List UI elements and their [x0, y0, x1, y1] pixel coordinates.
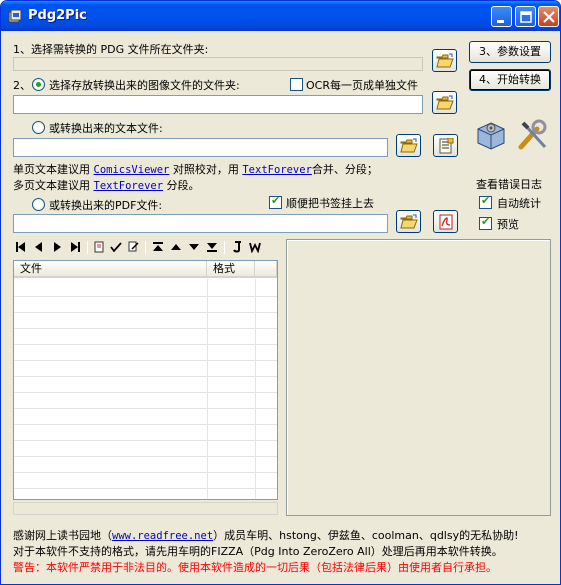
new-record-icon[interactable] — [93, 241, 105, 253]
text-output-radio[interactable] — [32, 121, 45, 134]
ocr-checkbox[interactable] — [290, 78, 303, 91]
error-log-link[interactable]: 查看错误日志 — [476, 176, 542, 192]
check-icon[interactable] — [110, 241, 122, 253]
footer-unsupported-note: 对于本软件不支持的格式，请先用车明的FIZZA（Pdg Into ZeroZer… — [13, 545, 503, 558]
image-output-field[interactable] — [13, 95, 423, 114]
browse-source-button[interactable] — [432, 49, 457, 72]
title-bar[interactable]: Pdg2Pic — [1, 1, 560, 31]
grid-line — [14, 328, 277, 329]
w-tool-icon[interactable] — [249, 241, 261, 253]
params-button[interactable]: 3、参数设置 — [469, 41, 551, 63]
bookmark-checkbox[interactable] — [269, 194, 282, 209]
text-file-button[interactable] — [433, 134, 458, 157]
maximize-icon — [520, 11, 532, 23]
grid-line — [14, 440, 277, 441]
pdf-output-field[interactable] — [13, 214, 388, 233]
grid-column-line — [207, 279, 208, 499]
previous-icon[interactable] — [33, 241, 45, 253]
move-up-icon[interactable] — [170, 241, 182, 253]
text-document-icon — [439, 138, 454, 154]
bookmark-label: 顺便把书签挂上去 — [286, 197, 374, 210]
toolbar-separator — [145, 241, 146, 254]
maximize-button[interactable] — [515, 6, 536, 27]
image-output-number: 2、 — [13, 79, 31, 92]
close-button[interactable] — [538, 6, 559, 27]
column-header-file[interactable]: 文件 — [14, 261, 207, 278]
file-list-header: 文件 格式 — [14, 261, 277, 278]
browse-pdf-output-button[interactable] — [396, 210, 421, 233]
cube-gear-icon[interactable] — [474, 119, 508, 153]
edit-record-icon[interactable] — [127, 241, 139, 253]
auto-stat-label: 自动统计 — [497, 197, 541, 210]
image-output-radio[interactable] — [32, 78, 45, 91]
first-icon[interactable] — [15, 241, 27, 253]
window-title: Pdg2Pic — [28, 8, 87, 23]
pdf-output-radio[interactable] — [32, 198, 45, 211]
grid-line — [14, 424, 277, 425]
minimize-icon — [497, 20, 504, 23]
textforever-link-2[interactable]: TextForever — [94, 180, 164, 192]
browse-text-output-button[interactable] — [396, 134, 421, 157]
tools-icon[interactable] — [515, 119, 551, 153]
hint-line-2: 多页文本建议用 TextForever 分段。 — [13, 179, 200, 192]
file-list-scrollbar[interactable] — [13, 502, 278, 515]
grid-line — [14, 360, 277, 361]
move-bottom-icon[interactable] — [206, 241, 218, 253]
grid-line — [14, 488, 277, 489]
file-list[interactable]: 文件 格式 — [13, 260, 278, 500]
column-header-blank[interactable] — [255, 261, 277, 278]
grid-line — [14, 296, 277, 297]
textforever-link-1[interactable]: TextForever — [242, 164, 312, 176]
last-icon[interactable] — [69, 241, 81, 253]
toolbar-separator — [224, 241, 225, 254]
open-folder-icon — [400, 214, 418, 229]
j-tool-icon[interactable] — [231, 241, 243, 253]
ocr-label: OCR每一页成单独文件 — [306, 79, 418, 92]
text-output-field[interactable] — [13, 138, 388, 157]
start-convert-button[interactable]: 4、开始转换 — [469, 69, 551, 91]
close-icon — [543, 11, 555, 23]
grid-line — [14, 456, 277, 457]
hint-line-1: 单页文本建议用 ComicsViewer 对照校对，用 TextForever合… — [13, 163, 378, 176]
minimize-button[interactable] — [491, 6, 512, 27]
browse-image-output-button[interactable] — [432, 91, 457, 114]
open-folder-icon — [436, 95, 454, 110]
grid-line — [14, 472, 277, 473]
toolbar-separator — [87, 241, 88, 254]
preview-panel — [286, 239, 551, 516]
move-down-icon[interactable] — [188, 241, 200, 253]
grid-line — [14, 312, 277, 313]
app-icon — [8, 9, 22, 23]
open-folder-icon — [436, 53, 454, 68]
open-folder-icon — [400, 138, 418, 153]
source-folder-label: 1、选择需转换的 PDG 文件所在文件夹: — [13, 43, 209, 56]
image-output-label: 选择存放转换出来的图像文件的文件夹: — [49, 79, 240, 92]
comicsviewer-link[interactable]: ComicsViewer — [94, 164, 170, 176]
pdf-file-button[interactable] — [433, 210, 458, 233]
preview-checkbox[interactable] — [479, 215, 492, 230]
move-top-icon[interactable] — [152, 241, 164, 253]
grid-line — [14, 344, 277, 345]
footer-warning: 警告：本软件严禁用于非法目的。使用本软件造成的一切后果（包括法律后果）由使用者自… — [13, 561, 497, 574]
auto-stat-checkbox[interactable] — [479, 194, 492, 209]
text-output-label: 或转换出来的文本文件: — [49, 122, 163, 135]
preview-label: 预览 — [497, 218, 519, 231]
grid-line — [14, 376, 277, 377]
footer-credits: 感谢网上读书园地（www.readfree.net）成员车明、hstong、伊兹… — [13, 529, 519, 542]
column-header-format[interactable]: 格式 — [207, 261, 255, 278]
grid-line — [14, 408, 277, 409]
grid-column-line — [255, 279, 256, 499]
main-window: Pdg2Pic 1、选择需转换的 PDG 文件所在文件夹: 3、参数设置 2、 … — [0, 0, 561, 585]
readfree-link[interactable]: www.readfree.net — [112, 530, 213, 542]
grid-line — [14, 392, 277, 393]
next-icon[interactable] — [51, 241, 63, 253]
source-folder-field[interactable] — [13, 57, 423, 71]
pdf-document-icon — [439, 214, 453, 230]
pdf-output-label: 或转换出来的PDF文件: — [49, 199, 163, 212]
list-toolbar — [13, 239, 277, 257]
